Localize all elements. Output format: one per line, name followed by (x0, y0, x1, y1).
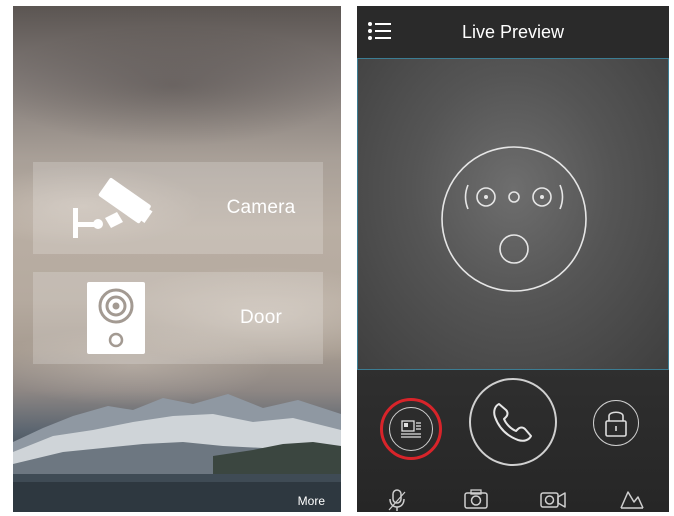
chart-icon[interactable] (619, 488, 645, 510)
door-station-icon (87, 282, 145, 354)
top-bar: Live Preview (357, 6, 669, 58)
microphone-icon[interactable] (386, 488, 408, 512)
home-screen: Camera Door More (13, 6, 341, 512)
unlock-button[interactable] (593, 400, 639, 446)
call-button[interactable] (469, 378, 557, 466)
snapshot-button[interactable] (380, 398, 442, 460)
snapshot-icon (400, 419, 421, 438)
door-station-placeholder-icon (441, 146, 587, 292)
mountain-landscape (13, 394, 341, 512)
door-tile[interactable]: Door (33, 272, 323, 364)
video-preview[interactable] (357, 58, 669, 370)
more-link[interactable]: More (298, 494, 325, 508)
page-title: Live Preview (461, 22, 565, 42)
video-record-icon[interactable] (539, 488, 567, 510)
live-preview-screen: Live Preview (357, 6, 669, 512)
phone-icon (493, 403, 532, 442)
cctv-camera-icon (73, 178, 153, 238)
door-tile-label: Door (240, 307, 282, 328)
control-panel (357, 370, 669, 512)
camera-icon[interactable] (463, 488, 489, 510)
camera-tile[interactable]: Camera (33, 162, 323, 254)
snapshot-button-ring (389, 407, 433, 451)
lock-icon (605, 411, 627, 437)
camera-tile-label: Camera (226, 197, 296, 218)
